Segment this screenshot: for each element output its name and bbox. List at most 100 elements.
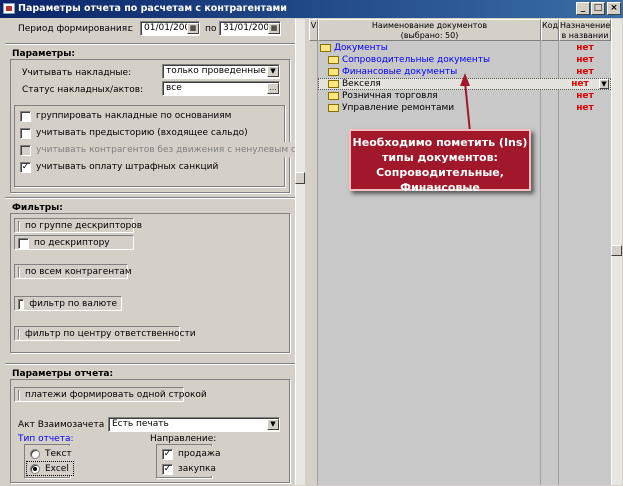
- radio-excel[interactable]: Excel: [26, 461, 74, 476]
- radio-icon[interactable]: [30, 464, 40, 474]
- calendar-from-icon[interactable]: ▦: [187, 23, 199, 34]
- report-header: Параметры отчета:: [10, 369, 116, 379]
- filter-all-counterparties[interactable]: по всем контрагентам: [14, 264, 132, 279]
- tree-row-financial[interactable]: Финансовые документы: [328, 66, 541, 78]
- tree-row-documents[interactable]: Документы: [320, 42, 541, 54]
- ellipsis-icon[interactable]: …: [267, 83, 279, 94]
- close-button[interactable]: ×: [607, 2, 621, 15]
- radio-icon[interactable]: [30, 449, 40, 459]
- invoices-label: Учитывать накладные:: [22, 68, 132, 78]
- checkbox-icon[interactable]: [18, 237, 29, 249]
- column-header-v[interactable]: V: [309, 19, 318, 41]
- row-name: Векселя: [342, 79, 381, 89]
- filters-header: Фильтры:: [10, 203, 65, 213]
- checkbox-icon[interactable]: [18, 298, 25, 310]
- checkbox-icon[interactable]: [20, 110, 31, 122]
- row-purpose: нет: [576, 103, 594, 113]
- checkbox-label: учитывать оплату штрафных санкций: [36, 162, 219, 172]
- filter-label: по группе дескрипторов: [25, 221, 143, 231]
- folder-icon: [328, 55, 339, 64]
- folder-open-icon: [320, 43, 331, 52]
- checkbox-icon[interactable]: ✓: [162, 448, 173, 460]
- params-header: Параметры:: [10, 49, 77, 59]
- radio-label: Текст: [45, 449, 72, 459]
- checkbox-icon[interactable]: ✓: [20, 161, 31, 173]
- checkbox-label: закупка: [178, 464, 216, 474]
- app-icon: [3, 3, 15, 14]
- folder-icon: [328, 103, 339, 112]
- filter-responsibility-center[interactable]: фильтр по центру ответственности: [14, 326, 196, 341]
- report-type-label: Тип отчета:: [18, 434, 74, 444]
- checkbox-group-by-basis[interactable]: группировать накладные по основаниям: [16, 108, 237, 123]
- invoices-select[interactable]: только проведенные: [162, 64, 280, 79]
- calendar-to-icon[interactable]: ▦: [268, 23, 280, 34]
- divider: [5, 363, 295, 365]
- act-select[interactable]: Есть печать: [108, 417, 280, 432]
- callout-line: типы документов:: [382, 151, 498, 164]
- filter-currency[interactable]: фильтр по валюте: [14, 296, 122, 311]
- radio-text[interactable]: Текст: [26, 446, 77, 461]
- callout-line: Сопроводительные,: [376, 166, 504, 179]
- checkbox-no-movement[interactable]: учитывать контрагентов без движения с не…: [16, 142, 305, 157]
- parameters-panel: Период формирования: с 01/01/2008 ▦ по 3…: [2, 19, 305, 485]
- row-purpose: нет: [576, 67, 594, 77]
- filter-label: по всем контрагентам: [25, 267, 132, 277]
- checkbox-icon[interactable]: [18, 328, 20, 340]
- minimize-button[interactable]: _: [576, 2, 590, 15]
- checkbox-label: продажа: [178, 449, 221, 459]
- tree-row-bills[interactable]: Векселя: [328, 78, 541, 90]
- row-purpose: нет: [576, 91, 594, 101]
- radio-label: Excel: [45, 464, 69, 474]
- v-column: [309, 41, 318, 485]
- checkbox-icon[interactable]: [18, 266, 20, 278]
- filter-descriptor[interactable]: по дескриптору: [14, 235, 134, 250]
- callout-line: Финансовые: [400, 181, 480, 194]
- tree-row-repairs[interactable]: Управление ремонтами: [328, 102, 541, 114]
- right-scrollbar-thumb[interactable]: [611, 245, 622, 256]
- checkbox-label: платежи формировать одной строкой: [25, 390, 207, 400]
- checkbox-icon[interactable]: ✓: [162, 463, 173, 475]
- filter-label: по дескриптору: [34, 238, 110, 248]
- row-name: Управление ремонтами: [342, 103, 455, 113]
- checkbox-label: учитывать контрагентов без движения с не…: [36, 145, 305, 155]
- instruction-callout: Необходимо пометить (Ins) типы документо…: [349, 129, 531, 194]
- status-label: Статус накладных/актов:: [22, 85, 144, 95]
- checkbox-icon[interactable]: [20, 144, 31, 156]
- tree-row-retail[interactable]: Розничная торговля: [328, 90, 541, 102]
- folder-icon: [328, 79, 339, 88]
- checkbox-sale[interactable]: ✓ продажа: [158, 446, 226, 461]
- checkbox-label: группировать накладные по основаниям: [36, 111, 232, 121]
- act-label: Акт Взаимозачета: [18, 420, 105, 430]
- window-title-bar: Параметры отчета по расчетам с контраген…: [0, 0, 623, 18]
- row-name: Документы: [334, 43, 388, 53]
- folder-icon: [328, 67, 339, 76]
- divider: [5, 197, 295, 199]
- row-name: Розничная торговля: [342, 91, 438, 101]
- maximize-button[interactable]: □: [591, 2, 605, 15]
- checkbox-penalties[interactable]: ✓ учитывать оплату штрафных санкций: [16, 159, 224, 174]
- left-scrollbar[interactable]: [295, 19, 305, 485]
- checkbox-single-line[interactable]: платежи формировать одной строкой: [14, 387, 207, 402]
- filter-descriptor-group[interactable]: по группе дескрипторов: [14, 218, 142, 233]
- direction-label: Направление:: [150, 434, 217, 444]
- chevron-down-icon[interactable]: ▼: [267, 419, 279, 430]
- checkbox-icon[interactable]: [18, 220, 20, 232]
- tree-row-accompanying[interactable]: Сопроводительные документы: [328, 54, 541, 66]
- period-from-label: с: [128, 24, 133, 34]
- status-field[interactable]: все: [162, 81, 280, 96]
- checkbox-purchase[interactable]: ✓ закупка: [158, 461, 221, 476]
- row-purpose: нет: [571, 79, 589, 89]
- checkbox-icon[interactable]: [18, 389, 20, 401]
- chevron-down-icon[interactable]: ▼: [267, 66, 279, 77]
- period-to-label: по: [205, 24, 217, 34]
- column-header-purpose[interactable]: Назначение в названии: [559, 19, 611, 41]
- chevron-down-icon[interactable]: ▼: [599, 79, 609, 89]
- checkbox-icon[interactable]: [20, 127, 31, 139]
- callout-line: Необходимо пометить (Ins): [352, 136, 528, 149]
- column-header-name[interactable]: Наименование документов (выбрано: 50): [318, 19, 541, 41]
- left-scrollbar-thumb[interactable]: [295, 172, 305, 184]
- checkbox-history[interactable]: учитывать предысторию (входящее сальдо): [16, 125, 253, 140]
- window-title: Параметры отчета по расчетам с контраген…: [18, 3, 287, 14]
- row-name: Сопроводительные документы: [342, 55, 491, 65]
- column-header-code[interactable]: Код: [541, 19, 559, 41]
